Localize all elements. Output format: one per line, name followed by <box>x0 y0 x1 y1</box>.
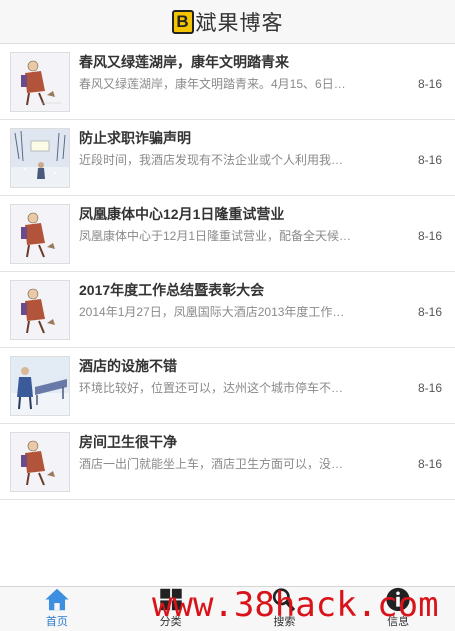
article-date: 8-16 <box>417 153 442 167</box>
article-summary: 环境比较好，位置还可以，达州这个城市停车不是很... <box>79 381 354 395</box>
article-date: 8-16 <box>417 457 442 471</box>
figure-illustration-icon <box>11 433 69 491</box>
article-thumbnail <box>10 128 70 188</box>
article-item[interactable]: 凤凰康体中心12月1日隆重试营业 凤凰康体中心于12月1日隆重试营业，配备全天候… <box>0 196 455 272</box>
article-date: 8-16 <box>417 305 442 319</box>
tab-search[interactable]: 搜索 <box>228 587 342 631</box>
tab-home-label: 首页 <box>45 616 68 628</box>
figure-illustration-icon <box>11 53 69 111</box>
logo-badge: B <box>171 9 194 34</box>
article-item[interactable]: 防止求职诈骗声明 近段时间，我酒店发现有不法企业或个人利用我酒店... 8-16 <box>0 120 455 196</box>
article-thumbnail <box>10 52 70 112</box>
tab-category[interactable]: 分类 <box>114 587 228 631</box>
article-thumbnail <box>10 204 70 264</box>
search-icon <box>273 588 296 612</box>
tab-info[interactable]: 信息 <box>341 587 455 631</box>
tab-info-label: 信息 <box>387 616 410 628</box>
article-summary: 近段时间，我酒店发现有不法企业或个人利用我酒店... <box>79 153 354 167</box>
article-summary: 春风又绿莲湖岸，康年文明踏青来。4月15、6日，达... <box>79 77 354 91</box>
tab-home[interactable]: 首页 <box>0 587 114 631</box>
winter-scene-icon <box>11 129 69 187</box>
app-header: B 斌果博客 <box>0 0 455 44</box>
article-title[interactable]: 春风又绿莲湖岸，康年文明踏青来 <box>79 52 379 72</box>
article-summary: 凤凰康体中心于12月1日隆重试营业，配备全天候恒温... <box>79 229 354 243</box>
article-date: 8-16 <box>417 229 442 243</box>
article-item[interactable]: 酒店的设施不错 环境比较好，位置还可以，达州这个城市停车不是很... 8-16 <box>0 348 455 424</box>
article-thumbnail <box>10 356 70 416</box>
article-title[interactable]: 房间卫生很干净 <box>79 432 379 452</box>
bottom-tab-bar: 首页 分类 搜索 信息 <box>0 586 455 631</box>
home-icon <box>45 588 69 611</box>
article-item[interactable]: 2017年度工作总结暨表彰大会 2014年1月27日，凤凰国际大酒店2013年度… <box>0 272 455 348</box>
tab-category-label: 分类 <box>159 616 182 628</box>
site-title: 斌果博客 <box>195 11 284 35</box>
grid-icon <box>159 588 182 611</box>
article-thumbnail <box>10 280 70 340</box>
article-summary: 酒店一出门就能坐上车，酒店卫生方面可以，没有什... <box>79 457 354 471</box>
article-thumbnail <box>10 432 70 492</box>
article-date: 8-16 <box>417 77 442 91</box>
site-logo[interactable]: B 斌果博客 <box>171 7 284 37</box>
article-title[interactable]: 酒店的设施不错 <box>79 356 379 376</box>
article-title[interactable]: 防止求职诈骗声明 <box>79 128 379 148</box>
figure-illustration-icon <box>11 205 69 263</box>
article-list: 春风又绿莲湖岸，康年文明踏青来 春风又绿莲湖岸，康年文明踏青来。4月15、6日，… <box>0 44 455 500</box>
article-item[interactable]: 房间卫生很干净 酒店一出门就能坐上车，酒店卫生方面可以，没有什... 8-16 <box>0 424 455 500</box>
figure-illustration-icon <box>11 281 69 339</box>
article-title[interactable]: 凤凰康体中心12月1日隆重试营业 <box>79 204 379 224</box>
article-title[interactable]: 2017年度工作总结暨表彰大会 <box>79 280 379 300</box>
info-icon <box>386 587 410 612</box>
article-item[interactable]: 春风又绿莲湖岸，康年文明踏青来 春风又绿莲湖岸，康年文明踏青来。4月15、6日，… <box>0 44 455 120</box>
article-summary: 2014年1月27日，凤凰国际大酒店2013年度工作总结暨... <box>79 305 354 319</box>
bench-scene-icon <box>11 357 69 415</box>
tab-search-label: 搜索 <box>273 616 296 628</box>
article-date: 8-16 <box>417 381 442 395</box>
